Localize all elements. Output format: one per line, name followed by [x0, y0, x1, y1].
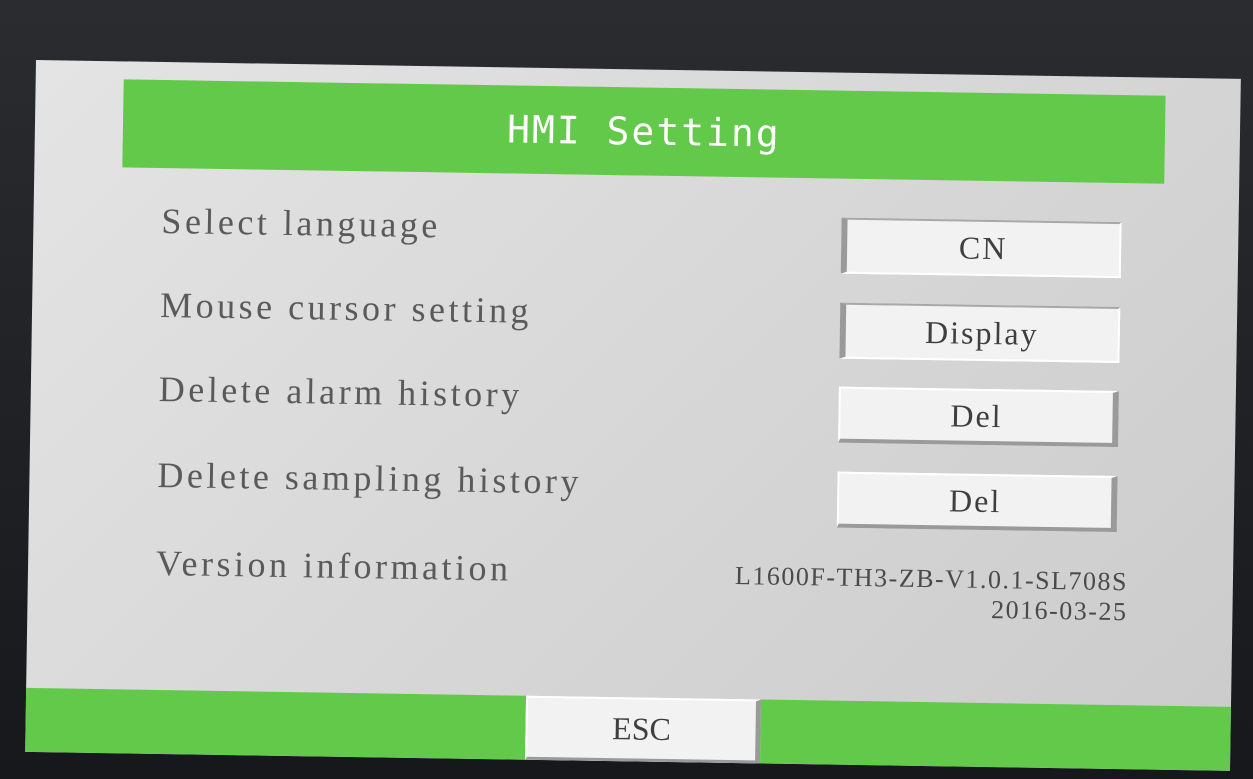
- delete-alarm-history-label: Delete alarm history: [158, 368, 524, 415]
- version-information-label: Version information: [155, 542, 512, 589]
- title-bar: HMI Setting: [122, 79, 1166, 184]
- footer-bar-right: [760, 699, 1231, 771]
- delete-sampling-history-button[interactable]: Del: [836, 471, 1118, 533]
- mouse-cursor-toggle-button[interactable]: Display: [839, 302, 1121, 364]
- footer-bar-left: [25, 687, 527, 760]
- esc-button[interactable]: ESC: [525, 695, 762, 764]
- delete-sampling-history-label: Delete sampling history: [157, 454, 583, 502]
- version-value: L1600F-TH3-ZB-V1.0.1-SL708S 2016-03-25: [687, 560, 1128, 627]
- delete-alarm-history-button[interactable]: Del: [838, 386, 1119, 448]
- version-date: 2016-03-25: [990, 595, 1128, 627]
- page-title: HMI Setting: [506, 107, 782, 156]
- language-toggle-button[interactable]: CN: [840, 217, 1122, 279]
- mouse-cursor-label: Mouse cursor setting: [159, 284, 533, 331]
- hmi-screen: HMI Setting Select language CN Mouse cur…: [25, 60, 1241, 771]
- select-language-label: Select language: [161, 200, 442, 246]
